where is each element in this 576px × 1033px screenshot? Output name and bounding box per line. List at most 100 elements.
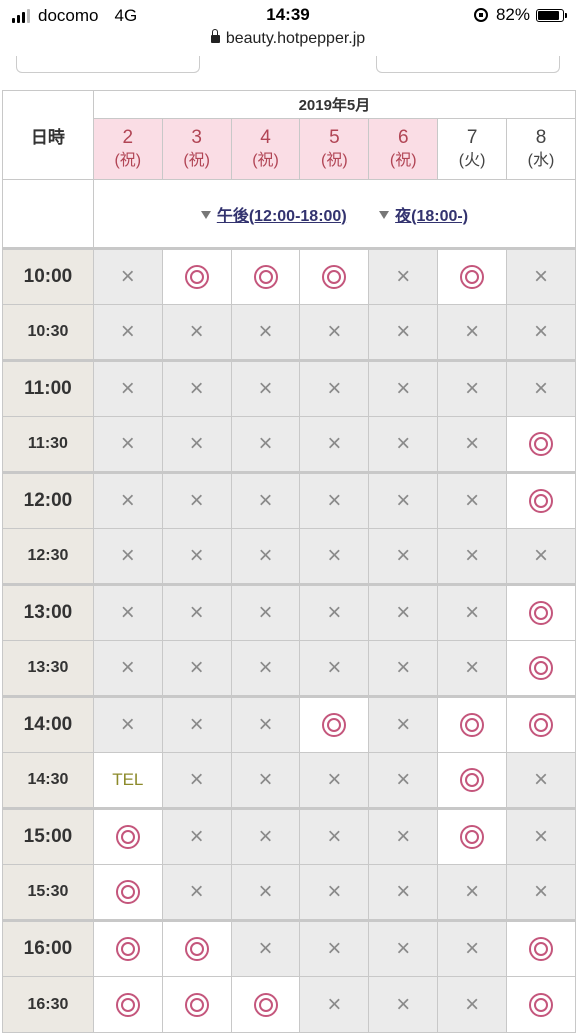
time-label: 13:30	[2, 640, 94, 697]
day-header: 8 (水)	[506, 118, 576, 180]
address-bar[interactable]: beauty.hotpepper.jp	[0, 29, 576, 56]
available-slot[interactable]	[506, 919, 576, 977]
unavailable-slot: ×	[299, 752, 370, 809]
cross-icon: ×	[120, 263, 135, 290]
filter-night-link[interactable]: 夜(18:00-)	[379, 208, 468, 225]
available-slot[interactable]	[299, 695, 370, 753]
available-slot[interactable]	[92, 864, 163, 921]
time-row: 14:30 TEL × × × × ×	[2, 752, 576, 809]
available-slot[interactable]	[437, 247, 508, 305]
cross-icon: ×	[120, 430, 135, 457]
cross-icon: ×	[396, 878, 411, 905]
available-slot[interactable]	[506, 640, 576, 697]
lock-icon	[210, 29, 220, 43]
double-circle-icon	[322, 265, 347, 289]
unavailable-slot: ×	[437, 304, 508, 361]
unavailable-slot: ×	[506, 864, 576, 921]
available-slot[interactable]	[230, 976, 301, 1033]
unavailable-slot: ×	[230, 864, 301, 921]
unavailable-slot: ×	[161, 471, 232, 529]
unavailable-slot: ×	[368, 471, 439, 529]
cross-icon: ×	[258, 318, 273, 345]
available-slot[interactable]	[161, 976, 232, 1033]
time-row: 15:00 × × × × ×	[2, 807, 576, 865]
cross-icon: ×	[534, 263, 549, 290]
unavailable-slot: ×	[299, 359, 370, 417]
unavailable-slot: ×	[230, 640, 301, 697]
double-circle-icon	[184, 937, 209, 961]
cross-icon: ×	[396, 823, 411, 850]
double-circle-icon	[115, 825, 140, 849]
rotation-lock-icon	[473, 8, 488, 22]
double-circle-icon	[529, 601, 554, 625]
available-slot[interactable]	[437, 695, 508, 753]
unavailable-slot: ×	[161, 864, 232, 921]
unavailable-slot: ×	[506, 752, 576, 809]
unavailable-slot: ×	[506, 247, 576, 305]
available-slot[interactable]	[506, 471, 576, 529]
available-slot[interactable]	[506, 976, 576, 1033]
double-circle-icon	[460, 825, 485, 849]
unavailable-slot: ×	[230, 528, 301, 585]
double-circle-icon	[115, 992, 140, 1017]
cross-icon: ×	[327, 935, 342, 962]
partial-button-right[interactable]	[376, 56, 560, 73]
available-slot[interactable]	[506, 695, 576, 753]
unavailable-slot: ×	[230, 471, 301, 529]
cross-icon: ×	[396, 430, 411, 457]
cross-icon: ×	[327, 430, 342, 457]
available-slot[interactable]	[437, 752, 508, 809]
cross-icon: ×	[258, 935, 273, 962]
day-header: 2 (祝)	[92, 118, 163, 180]
day-date: 4	[260, 127, 271, 149]
cross-icon: ×	[396, 487, 411, 514]
time-label: 14:30	[2, 752, 94, 809]
time-row: 15:30 × × × × × ×	[2, 864, 576, 921]
double-circle-icon	[115, 880, 140, 904]
day-of-week: (祝)	[321, 151, 348, 169]
time-row: 10:30 × × × × × × ×	[2, 304, 576, 361]
filter-afternoon-link[interactable]: 午後(12:00-18:00)	[200, 208, 347, 225]
cross-icon: ×	[189, 654, 204, 681]
available-slot[interactable]	[161, 919, 232, 977]
cross-icon: ×	[327, 766, 342, 793]
double-circle-icon	[460, 768, 485, 792]
unavailable-slot: ×	[230, 695, 301, 753]
cross-icon: ×	[465, 935, 480, 962]
unavailable-slot: ×	[161, 695, 232, 753]
available-slot[interactable]	[92, 919, 163, 977]
double-circle-icon	[529, 489, 554, 513]
cross-icon: ×	[189, 878, 204, 905]
available-slot[interactable]	[92, 807, 163, 865]
cross-icon: ×	[120, 375, 135, 402]
day-date: 2	[122, 127, 134, 149]
time-row: 12:30 × × × × × × ×	[2, 528, 576, 585]
double-circle-icon	[529, 992, 554, 1017]
unavailable-slot: ×	[368, 528, 439, 585]
time-row: 16:00 × × × ×	[2, 919, 576, 977]
unavailable-slot: ×	[230, 304, 301, 361]
unavailable-slot: ×	[92, 695, 163, 753]
available-slot[interactable]	[437, 807, 508, 865]
month-label: 2019年5月	[92, 90, 576, 119]
unavailable-slot: ×	[161, 416, 232, 473]
unavailable-slot: ×	[299, 864, 370, 921]
available-slot[interactable]	[299, 247, 370, 305]
unavailable-slot: ×	[368, 807, 439, 865]
time-row: 13:00 × × × × × ×	[2, 583, 576, 641]
tel-slot[interactable]: TEL	[92, 752, 163, 809]
unavailable-slot: ×	[92, 416, 163, 473]
unavailable-slot: ×	[161, 528, 232, 585]
available-slot[interactable]	[506, 583, 576, 641]
available-slot[interactable]	[506, 416, 576, 473]
unavailable-slot: ×	[368, 304, 439, 361]
available-slot[interactable]	[92, 976, 163, 1033]
day-header: 4 (祝)	[230, 118, 301, 180]
time-label: 16:30	[2, 976, 94, 1033]
unavailable-slot: ×	[92, 583, 163, 641]
partial-button-left[interactable]	[16, 56, 200, 73]
available-slot[interactable]	[230, 247, 301, 305]
unavailable-slot: ×	[92, 359, 163, 417]
available-slot[interactable]	[161, 247, 232, 305]
double-circle-icon	[184, 265, 209, 289]
